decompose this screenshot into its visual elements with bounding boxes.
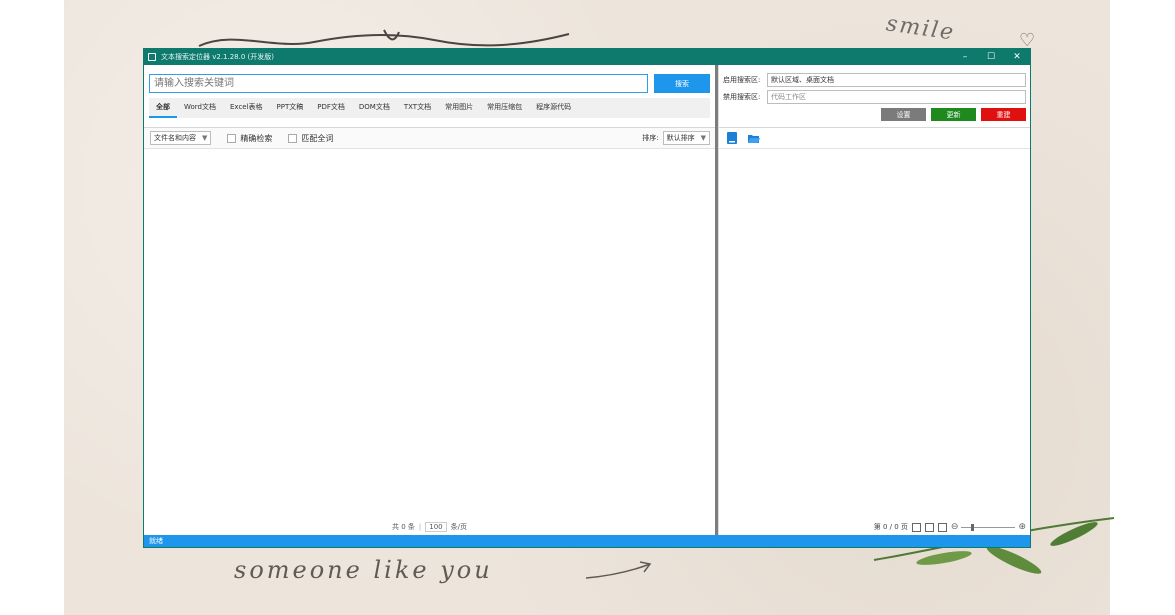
search-mode-value: 文件名和内容 bbox=[154, 134, 196, 142]
exact-search-label: 精确检索 bbox=[240, 133, 273, 143]
tab-pdf[interactable]: PDF文档 bbox=[310, 98, 352, 118]
whole-word-checkbox[interactable]: 匹配全词 bbox=[288, 133, 333, 144]
double-page-view-icon[interactable] bbox=[924, 522, 934, 532]
zoom-in-icon[interactable]: ⊕ bbox=[1018, 522, 1026, 532]
zoom-out-icon[interactable]: ⊖ bbox=[951, 522, 959, 532]
tab-ppt[interactable]: PPT文稿 bbox=[270, 98, 311, 118]
sort-area: 排序: 默认排序 ▼ bbox=[642, 131, 710, 145]
rebuild-button[interactable]: 重建 bbox=[981, 108, 1026, 121]
app-icon bbox=[148, 53, 156, 61]
file-type-tabs: 全部 Word文档 Excel表格 PPT文稿 PDF文档 DOM文档 TXT文… bbox=[149, 98, 710, 118]
main-content: 搜索 全部 Word文档 Excel表格 PPT文稿 PDF文档 DOM文档 T… bbox=[144, 65, 1030, 535]
tab-word[interactable]: Word文档 bbox=[177, 98, 223, 118]
enabled-area-field[interactable]: 默认区域、桌面文档 bbox=[767, 73, 1026, 87]
checkbox-box[interactable] bbox=[227, 133, 237, 143]
total-count: 共 0 条 bbox=[392, 523, 415, 531]
chevron-down-icon: ▼ bbox=[202, 134, 208, 142]
settings-button[interactable]: 设置 bbox=[881, 108, 926, 121]
arrow-decoration bbox=[585, 561, 652, 579]
disabled-area-field[interactable]: 代码工作区 bbox=[767, 90, 1026, 104]
wallpaper-someone-text: someone like you bbox=[234, 556, 493, 584]
search-button[interactable]: 搜索 bbox=[654, 74, 710, 93]
preview-pane: 启用搜索区: 默认区域、桌面文档 禁用搜索区: 代码工作区 设置 更新 重建 第… bbox=[718, 65, 1030, 535]
status-text: 就绪 bbox=[149, 537, 163, 545]
enabled-area-label: 启用搜索区: bbox=[723, 76, 761, 84]
zoom-slider-thumb[interactable] bbox=[971, 523, 975, 531]
exact-search-checkbox[interactable]: 精确检索 bbox=[227, 133, 272, 144]
minimize-button[interactable]: – bbox=[952, 49, 978, 65]
close-button[interactable]: ✕ bbox=[1004, 49, 1030, 65]
tab-dom[interactable]: DOM文档 bbox=[352, 98, 397, 118]
whole-word-label: 匹配全词 bbox=[301, 133, 334, 143]
maximize-button[interactable]: ☐ bbox=[978, 49, 1004, 65]
title-bar[interactable]: 文本搜索定位器 v2.1.28.0 (开发版) – ☐ ✕ bbox=[144, 49, 1030, 65]
tab-source-code[interactable]: 程序源代码 bbox=[529, 98, 578, 118]
chevron-down-icon: ▼ bbox=[700, 134, 706, 142]
tab-all[interactable]: 全部 bbox=[149, 98, 177, 118]
sort-value: 默认排序 bbox=[666, 134, 695, 142]
grid-view-icon[interactable] bbox=[937, 522, 947, 532]
disabled-area-label: 禁用搜索区: bbox=[723, 93, 761, 101]
window-title: 文本搜索定位器 v2.1.28.0 (开发版) bbox=[161, 53, 274, 61]
document-icon[interactable] bbox=[725, 131, 739, 145]
config-buttons: 设置 更新 重建 bbox=[876, 108, 1026, 121]
single-page-view-icon[interactable] bbox=[911, 522, 921, 532]
tab-txt[interactable]: TXT文档 bbox=[397, 98, 438, 118]
preview-footer: 第 0 / 0 页 ⊖ ⊕ bbox=[874, 521, 1026, 533]
tab-archives[interactable]: 常用压缩包 bbox=[480, 98, 529, 118]
results-pane: 搜索 全部 Word文档 Excel表格 PPT文稿 PDF文档 DOM文档 T… bbox=[144, 65, 715, 535]
update-button[interactable]: 更新 bbox=[931, 108, 976, 121]
sort-select[interactable]: 默认排序 ▼ bbox=[662, 131, 710, 145]
search-input[interactable] bbox=[149, 74, 648, 93]
search-mode-select[interactable]: 文件名和内容 ▼ bbox=[150, 131, 212, 145]
zoom-slider[interactable] bbox=[961, 523, 1016, 531]
enabled-area-row: 启用搜索区: 默认区域、桌面文档 bbox=[723, 73, 1026, 87]
search-row: 搜索 bbox=[149, 74, 710, 94]
tab-excel[interactable]: Excel表格 bbox=[223, 98, 270, 118]
sort-label: 排序: bbox=[642, 134, 659, 142]
disabled-area-row: 禁用搜索区: 代码工作区 bbox=[723, 90, 1026, 104]
per-page-input[interactable]: 100 bbox=[425, 522, 447, 532]
page-info: 第 0 / 0 页 bbox=[873, 523, 908, 531]
app-window: 文本搜索定位器 v2.1.28.0 (开发版) – ☐ ✕ 搜索 全部 Word… bbox=[143, 48, 1031, 548]
open-folder-icon[interactable] bbox=[747, 131, 761, 145]
preview-toolbar bbox=[719, 127, 1030, 149]
checkbox-box[interactable] bbox=[288, 133, 298, 143]
per-page-unit: 条/页 bbox=[450, 523, 467, 531]
pagination-bar: 共 0 条 | 100 条/页 bbox=[144, 521, 715, 533]
status-bar: 就绪 bbox=[144, 535, 1030, 547]
filter-row: 文件名和内容 ▼ 精确检索 匹配全词 排序: 默认排序 ▼ bbox=[144, 127, 715, 149]
wallpaper-smile-text: smile bbox=[884, 11, 957, 46]
tab-images[interactable]: 常用图片 bbox=[438, 98, 480, 118]
divider: | bbox=[418, 523, 422, 531]
